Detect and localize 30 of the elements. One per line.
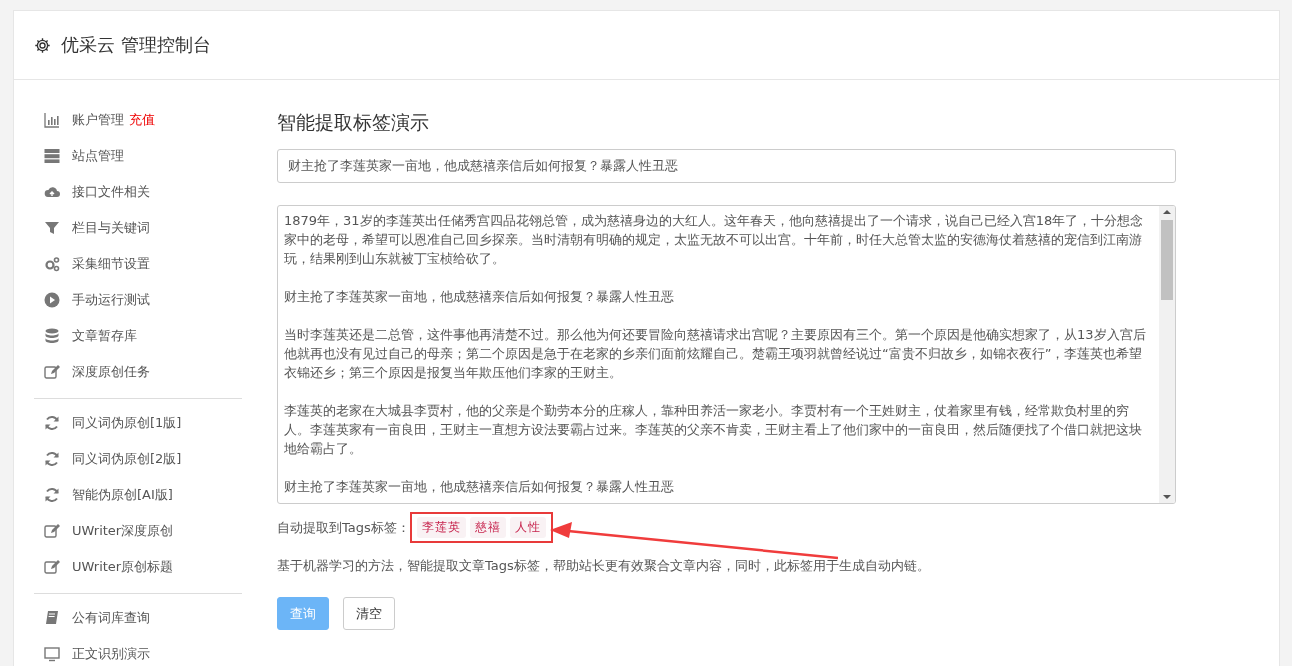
sidebar-item[interactable]: 采集细节设置 bbox=[72, 255, 150, 273]
clear-button[interactable]: 清空 bbox=[343, 597, 395, 630]
sidebar-item[interactable]: UWriter深度原创 bbox=[72, 522, 174, 540]
title-input[interactable]: 财主抢了李莲英家一亩地，他成慈禧亲信后如何报复？暴露人性丑恶 bbox=[277, 149, 1176, 183]
console-title: 优采云 管理控制台 bbox=[61, 33, 211, 57]
sidebar-item[interactable]: 同义词伪原创[2版] bbox=[72, 450, 182, 468]
sidebar-item[interactable]: 深度原创任务 bbox=[72, 363, 150, 381]
sidebar-item[interactable]: 公有词库查询 bbox=[72, 609, 150, 627]
sidebar-item[interactable]: 账户管理 bbox=[72, 111, 124, 129]
sidebar-item[interactable]: 文章暂存库 bbox=[72, 327, 137, 345]
section-title: 智能提取标签演示 bbox=[277, 110, 430, 135]
sidebar-item[interactable]: 接口文件相关 bbox=[72, 183, 150, 201]
tag: 人性 bbox=[509, 517, 546, 538]
tag: 慈禧 bbox=[469, 517, 506, 538]
description-text: 基于机器学习的方法，智能提取文章Tags标签，帮助站长更有效聚合文章内容，同时，此标签用于生成自动内链。 bbox=[277, 557, 931, 575]
content-paragraph: 当时李莲英还是二总管，这件事他再清楚不过。那么他为何还要冒险向慈禧请求出宫呢？主要原因有三个。第一个原因是他确实想家了，从13岁入宫后他就再也没有见过自己的母亲；第二个原因是急于在老家的乡亲们面前炫耀自己。楚霸王项羽就曾经说过“富贵不归故乡，如锦衣夜行”，李莲英也希望衣锦还乡；第三个原因是报复当年欺压他们李家的王财主。 bbox=[284, 326, 1147, 382]
sidebar-item[interactable]: 智能伪原创[AI版] bbox=[72, 486, 173, 504]
content-paragraph: 财主抢了李莲英家一亩地，他成慈禧亲信后如何报复？暴露人性丑恶 bbox=[284, 288, 675, 306]
sidebar-item[interactable]: 站点管理 bbox=[72, 147, 124, 165]
content-paragraph: 1879年，31岁的李莲英出任储秀宫四品花翎总管，成为慈禧身边的大红人。这年春天，他向慈禧提出了一个请求，说自己已经入宫18年了，十分想念家中的老母，希望可以恩准自己回乡探亲。当时清朝有明确的规定，太监无故不可以出宫。十年前，时任大总管太监的安德海仗着慈禧的宠信到江南游玩，结果刚到山东就被丁宝桢给砍了。 bbox=[284, 212, 1145, 268]
sidebar-item[interactable]: 手动运行测试 bbox=[72, 291, 150, 309]
content-paragraph: 李莲英的老家在大城县李贾村，他的父亲是个勤劳本分的庄稼人，靠种田养活一家老小。李贾村有一个王姓财主，仗着家里有钱，经常欺负村里的穷人。李莲英家有一亩良田，王财主一直想方设法要霸占过来。李莲英的父亲不肯卖，王财主看上了他们家中的一亩良田，然后随便找了个借口就把这块地给霸占了。 bbox=[284, 402, 1143, 458]
sidebar-item[interactable]: UWriter原创标题 bbox=[72, 558, 174, 576]
tag: 李莲英 bbox=[416, 517, 466, 538]
content-paragraph: 财主抢了李莲英家一亩地，他成慈禧亲信后如何报复？暴露人性丑恶 bbox=[284, 478, 675, 496]
sidebar-item[interactable]: 同义词伪原创[1版] bbox=[72, 414, 182, 432]
tags-label: 自动提取到Tags标签： bbox=[277, 518, 410, 537]
recharge-link[interactable]: 充值 bbox=[129, 111, 155, 129]
sidebar-item[interactable]: 栏目与关键词 bbox=[72, 219, 150, 237]
sidebar-item[interactable]: 正文识别演示 bbox=[72, 645, 150, 663]
